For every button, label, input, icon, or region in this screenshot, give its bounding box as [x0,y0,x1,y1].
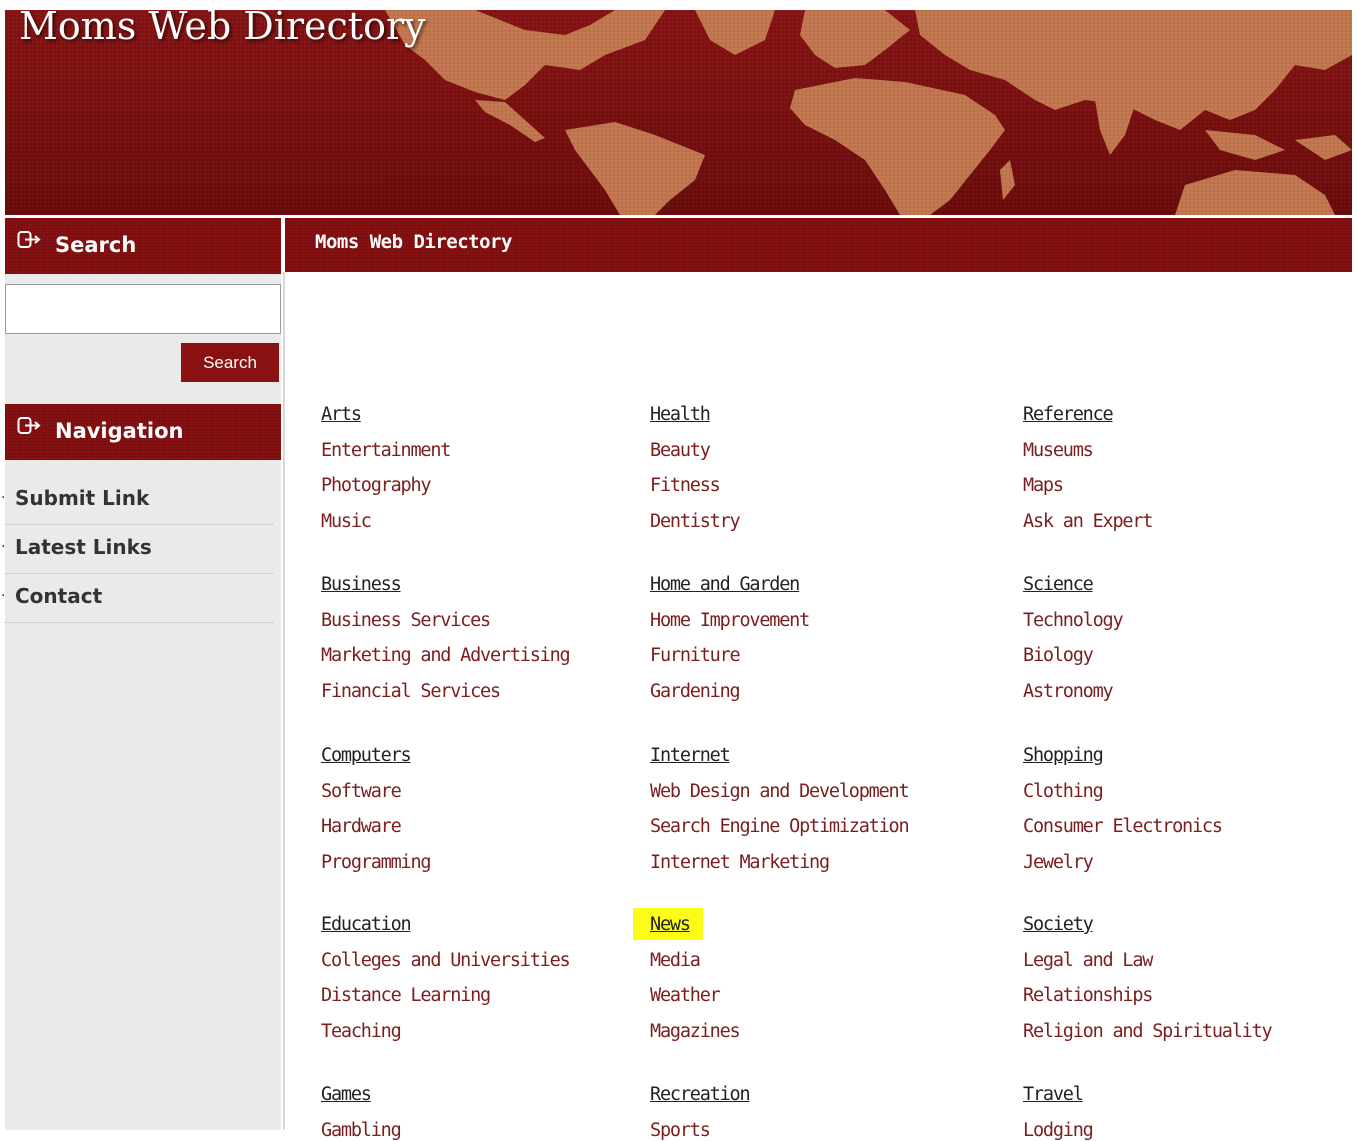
site-header: Moms Web Directory [5,10,1352,215]
subcategory-link-museums[interactable]: Museums [1023,441,1152,461]
navigation-list: · Submit Link · Latest Links · Contact [1,476,273,623]
subcategory-link-business-services[interactable]: Business Services [321,611,569,631]
category-reference: Reference Museums Maps Ask an Expert [1023,405,1153,532]
main-heading: Moms Web Directory [315,231,512,253]
category-home-and-garden: Home and Garden Home Improvement Furniture… [650,575,810,702]
subcategory-link-jewelry[interactable]: Jewelry [1023,853,1222,873]
subcategory-link-furniture[interactable]: Furniture [650,646,809,666]
category-internet: Internet Web Design and Development Search… [650,746,910,873]
nav-item-contact: · Contact [1,574,273,623]
subcategory-link-entertainment[interactable]: Entertainment [321,441,451,461]
category-science: Science Technology Biology Astronomy [1023,575,1124,702]
content-divider [283,272,285,1130]
search-button[interactable]: Search [181,343,279,382]
nav-item-submit-link: · Submit Link [1,476,273,525]
category-link-reference[interactable]: Reference [1023,405,1152,425]
subcategory-link-media[interactable]: Media [650,951,739,971]
bullet-icon: · [1,539,6,555]
subcategory-link-internet-marketing[interactable]: Internet Marketing [650,853,908,873]
category-link-travel[interactable]: Travel [1023,1085,1093,1105]
nav-link-contact[interactable]: Contact [15,584,102,608]
category-link-recreation[interactable]: Recreation [650,1085,751,1105]
subcategory-link-gardening[interactable]: Gardening [650,682,809,702]
nav-link-latest-links[interactable]: Latest Links [15,535,152,559]
category-business: Business Business Services Marketing and A… [321,575,571,702]
subcategory-link-maps[interactable]: Maps [1023,476,1152,496]
subcategory-link-software[interactable]: Software [321,782,430,802]
subcategory-link-beauty[interactable]: Beauty [650,441,739,461]
subcategory-link-technology[interactable]: Technology [1023,611,1124,631]
subcategory-link-search-engine-optimization[interactable]: Search Engine Optimization [650,817,910,837]
category-link-home-and-garden[interactable]: Home and Garden [650,575,809,595]
subcategory-link-photography[interactable]: Photography [321,476,450,496]
subcategory-link-financial-services[interactable]: Financial Services [321,682,569,702]
subcategory-link-weather[interactable]: Weather [650,986,739,1006]
category-society: Society Legal and Law Relationships Religio… [1023,915,1273,1042]
subcategory-link-fitness[interactable]: Fitness [650,476,739,496]
category-education: Education Colleges and Universities Distan… [321,915,571,1042]
bullet-icon: · [1,490,6,506]
search-heading-label: Search [55,233,137,257]
subcategory-link-sports[interactable]: Sports [650,1121,749,1141]
subcategory-link-biology[interactable]: Biology [1023,646,1122,666]
arrow-into-box-icon [17,231,41,248]
category-computers: Computers Software Hardware Programming [321,746,432,873]
category-link-science[interactable]: Science [1023,575,1122,595]
sidebar: Search Search Navigation · Submit Link ·… [1,218,281,1130]
subcategory-link-hardware[interactable]: Hardware [321,817,430,837]
category-games: Games Gambling [321,1085,402,1141]
category-arts: Arts Entertainment Photography Music [321,405,451,532]
subcategory-link-web-design-and-development[interactable]: Web Design and Development [650,782,910,802]
category-shopping: Shopping Clothing Consumer Electronics Jewe… [1023,746,1223,873]
category-link-shopping[interactable]: Shopping [1023,746,1222,766]
subcategory-link-consumer-electronics[interactable]: Consumer Electronics [1023,817,1223,837]
subcategory-link-religion-and-spirituality[interactable]: Religion and Spirituality [1023,1022,1273,1042]
category-link-computers[interactable]: Computers [321,746,430,766]
subcategory-link-home-improvement[interactable]: Home Improvement [650,611,810,631]
category-news: News Media Weather Magazines [650,915,741,1042]
site-title: Moms Web Directory [19,10,426,48]
arrow-into-box-icon [17,417,41,434]
subcategory-link-distance-learning[interactable]: Distance Learning [321,986,569,1006]
category-recreation: Recreation Sports [650,1085,751,1141]
category-link-business[interactable]: Business [321,575,569,595]
category-link-arts[interactable]: Arts [321,405,450,425]
search-input[interactable] [5,284,281,334]
subcategory-link-music[interactable]: Music [321,512,450,532]
bullet-icon: · [1,588,6,604]
subcategory-link-dentistry[interactable]: Dentistry [650,512,741,532]
subcategory-link-teaching[interactable]: Teaching [321,1022,569,1042]
subcategory-link-colleges-and-universities[interactable]: Colleges and Universities [321,951,571,971]
subcategory-link-programming[interactable]: Programming [321,853,432,873]
search-section-heading: Search [5,218,281,274]
main-heading-bar: Moms Web Directory [285,218,1352,272]
category-link-health[interactable]: Health [650,405,739,425]
category-link-education[interactable]: Education [321,915,569,935]
subcategory-link-magazines[interactable]: Magazines [650,1022,741,1042]
subcategory-link-relationships[interactable]: Relationships [1023,986,1271,1006]
category-link-games[interactable]: Games [321,1085,401,1105]
subcategory-link-clothing[interactable]: Clothing [1023,782,1222,802]
navigation-section-heading: Navigation [5,404,281,460]
nav-link-submit-link[interactable]: Submit Link [15,486,149,510]
subcategory-link-gambling[interactable]: Gambling [321,1121,402,1141]
category-link-society[interactable]: Society [1023,915,1271,935]
subcategory-link-ask-an-expert[interactable]: Ask an Expert [1023,512,1153,532]
navigation-heading-label: Navigation [55,419,184,443]
category-link-news[interactable]: News [650,915,739,935]
subcategory-link-legal-and-law[interactable]: Legal and Law [1023,951,1271,971]
subcategory-link-astronomy[interactable]: Astronomy [1023,682,1122,702]
subcategory-link-lodging[interactable]: Lodging [1023,1121,1094,1141]
category-health: Health Beauty Fitness Dentistry [650,405,741,532]
category-link-internet[interactable]: Internet [650,746,908,766]
subcategory-link-marketing-and-advertising[interactable]: Marketing and Advertising [321,646,571,666]
category-travel: Travel Lodging [1023,1085,1094,1141]
nav-item-latest-links: · Latest Links [1,525,273,574]
